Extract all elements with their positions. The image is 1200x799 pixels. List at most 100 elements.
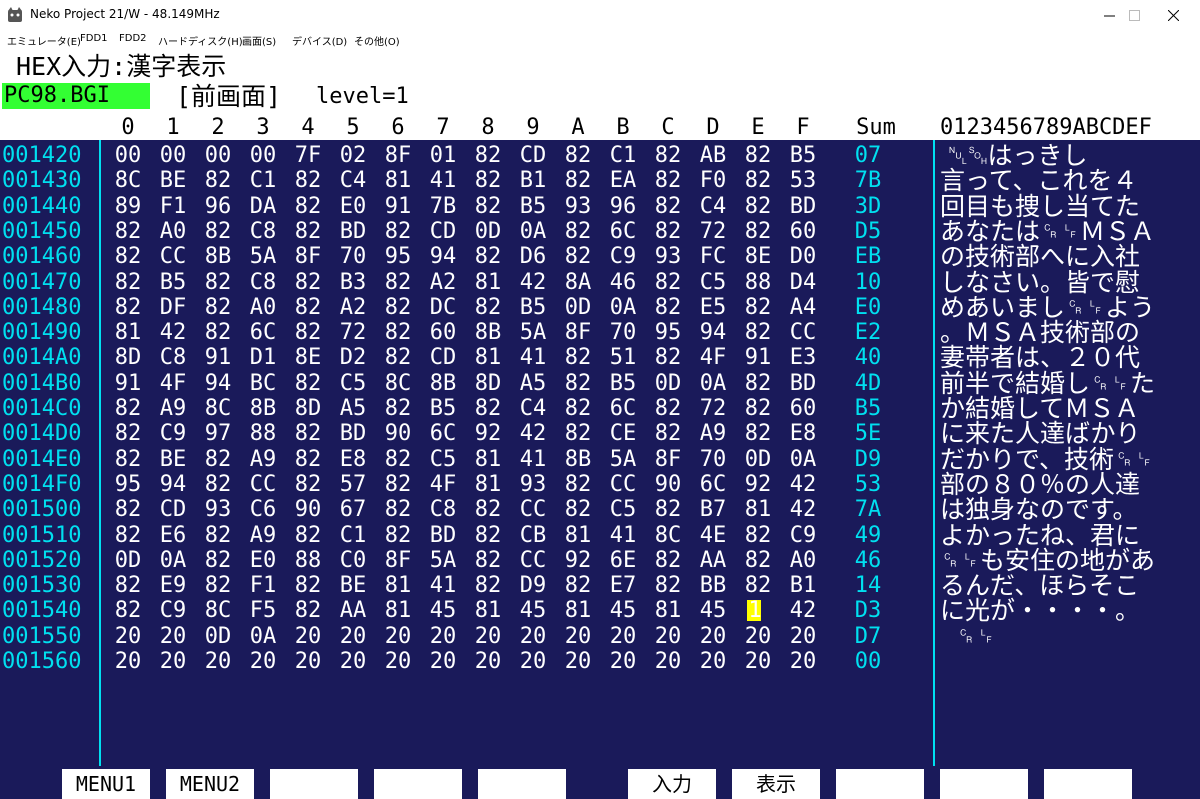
hex-byte[interactable]: 82 xyxy=(738,548,778,573)
function-key-f10[interactable] xyxy=(1044,769,1132,799)
hex-byte[interactable]: BD xyxy=(333,421,373,446)
function-key-f6[interactable]: 入力 xyxy=(628,769,716,799)
hex-byte[interactable]: 82 xyxy=(738,219,778,244)
hex-byte[interactable]: 91 xyxy=(108,371,148,396)
hex-byte[interactable]: 81 xyxy=(468,598,508,623)
hex-byte[interactable]: 20 xyxy=(513,649,553,674)
hex-byte[interactable]: 7B xyxy=(423,194,463,219)
hex-byte[interactable]: 8C xyxy=(378,371,418,396)
hex-byte[interactable]: C8 xyxy=(243,270,283,295)
hex-byte[interactable]: 82 xyxy=(108,295,148,320)
hex-byte[interactable]: 82 xyxy=(288,447,328,472)
hex-byte[interactable]: 82 xyxy=(288,194,328,219)
hex-byte[interactable]: 0A xyxy=(783,447,823,472)
function-key-f4[interactable] xyxy=(374,769,462,799)
hex-byte[interactable]: 20 xyxy=(603,624,643,649)
hex-byte[interactable]: 82 xyxy=(648,270,688,295)
hex-byte[interactable]: 81 xyxy=(378,573,418,598)
hex-byte[interactable]: 8C xyxy=(198,598,238,623)
hex-byte[interactable]: 91 xyxy=(378,194,418,219)
hex-byte[interactable]: 82 xyxy=(288,573,328,598)
hex-byte[interactable]: C1 xyxy=(333,523,373,548)
hex-byte[interactable]: D0 xyxy=(783,244,823,269)
hex-byte[interactable]: C4 xyxy=(513,396,553,421)
hex-byte[interactable]: 82 xyxy=(738,421,778,446)
hex-byte[interactable]: 82 xyxy=(648,219,688,244)
hex-byte[interactable]: BD xyxy=(783,371,823,396)
menu-device[interactable]: デバイス(D) xyxy=(292,33,347,48)
hex-byte[interactable]: 94 xyxy=(423,244,463,269)
hex-byte[interactable]: AA xyxy=(693,548,733,573)
hex-byte[interactable]: C1 xyxy=(603,143,643,168)
hex-byte[interactable]: 82 xyxy=(378,320,418,345)
hex-byte[interactable]: 42 xyxy=(783,472,823,497)
hex-byte[interactable]: 42 xyxy=(783,598,823,623)
hex-byte[interactable]: 82 xyxy=(288,523,328,548)
hex-byte[interactable]: 82 xyxy=(378,270,418,295)
hex-byte[interactable]: 82 xyxy=(288,219,328,244)
hex-byte[interactable]: 82 xyxy=(648,548,688,573)
hex-byte[interactable]: 82 xyxy=(378,497,418,522)
hex-byte[interactable]: CC xyxy=(783,320,823,345)
hex-byte[interactable]: B1 xyxy=(513,168,553,193)
hex-byte[interactable]: A2 xyxy=(423,270,463,295)
hex-byte[interactable]: BE xyxy=(333,573,373,598)
hex-byte[interactable]: 8A xyxy=(558,270,598,295)
hex-byte[interactable]: 20 xyxy=(648,624,688,649)
hex-byte[interactable]: 82 xyxy=(378,447,418,472)
hex-byte[interactable]: BD xyxy=(783,194,823,219)
hex-byte[interactable]: 8B xyxy=(558,447,598,472)
menu-harddisk[interactable]: ハードディスク(H) xyxy=(158,33,243,48)
hex-byte[interactable]: 4F xyxy=(693,345,733,370)
hex-byte[interactable]: 0D xyxy=(108,548,148,573)
hex-byte[interactable]: 82 xyxy=(288,295,328,320)
hex-byte[interactable]: 20 xyxy=(738,624,778,649)
hex-byte[interactable]: B5 xyxy=(783,143,823,168)
hex-byte[interactable]: 45 xyxy=(423,598,463,623)
hex-byte[interactable]: 8E xyxy=(288,345,328,370)
hex-byte[interactable]: A5 xyxy=(513,371,553,396)
hex-byte[interactable]: 82 xyxy=(558,219,598,244)
hex-byte[interactable]: 88 xyxy=(738,270,778,295)
hex-byte[interactable]: 0D xyxy=(648,371,688,396)
hex-byte[interactable]: AB xyxy=(693,143,733,168)
hex-byte[interactable]: DC xyxy=(423,295,463,320)
hex-byte[interactable]: BE xyxy=(153,168,193,193)
hex-byte[interactable]: BD xyxy=(333,219,373,244)
hex-byte[interactable]: 20 xyxy=(333,649,373,674)
hex-byte[interactable]: 4F xyxy=(423,472,463,497)
hex-byte[interactable]: A0 xyxy=(243,295,283,320)
hex-byte[interactable]: 82 xyxy=(198,320,238,345)
hex-byte[interactable]: C5 xyxy=(423,447,463,472)
hex-byte[interactable]: 20 xyxy=(648,649,688,674)
hex-byte[interactable]: 00 xyxy=(243,143,283,168)
hex-byte[interactable]: 82 xyxy=(108,497,148,522)
hex-byte[interactable]: 88 xyxy=(288,548,328,573)
hex-byte[interactable]: 95 xyxy=(378,244,418,269)
hex-byte[interactable]: A9 xyxy=(243,523,283,548)
close-icon[interactable] xyxy=(1150,0,1196,30)
hex-byte[interactable]: 97 xyxy=(198,421,238,446)
hex-byte[interactable]: 82 xyxy=(108,421,148,446)
hex-byte[interactable]: 60 xyxy=(783,396,823,421)
hex-byte[interactable]: 60 xyxy=(783,219,823,244)
hex-byte[interactable]: 94 xyxy=(153,472,193,497)
hex-byte[interactable]: 82 xyxy=(198,573,238,598)
hex-byte[interactable]: 93 xyxy=(198,497,238,522)
hex-byte[interactable]: 20 xyxy=(288,649,328,674)
hex-byte[interactable]: CE xyxy=(603,421,643,446)
hex-byte[interactable]: 82 xyxy=(198,447,238,472)
hex-byte[interactable]: 82 xyxy=(558,168,598,193)
hex-byte[interactable]: 82 xyxy=(558,345,598,370)
hex-byte[interactable]: 0A xyxy=(513,219,553,244)
hex-byte[interactable]: 82 xyxy=(288,598,328,623)
hex-byte[interactable]: B7 xyxy=(693,497,733,522)
hex-byte[interactable]: C5 xyxy=(603,497,643,522)
hex-byte[interactable]: 72 xyxy=(333,320,373,345)
hex-byte[interactable]: 95 xyxy=(648,320,688,345)
hex-byte[interactable]: 6C xyxy=(423,421,463,446)
hex-byte[interactable]: 82 xyxy=(468,143,508,168)
hex-byte[interactable]: 20 xyxy=(243,649,283,674)
hex-byte[interactable]: C1 xyxy=(243,168,283,193)
hex-byte[interactable]: 72 xyxy=(693,219,733,244)
